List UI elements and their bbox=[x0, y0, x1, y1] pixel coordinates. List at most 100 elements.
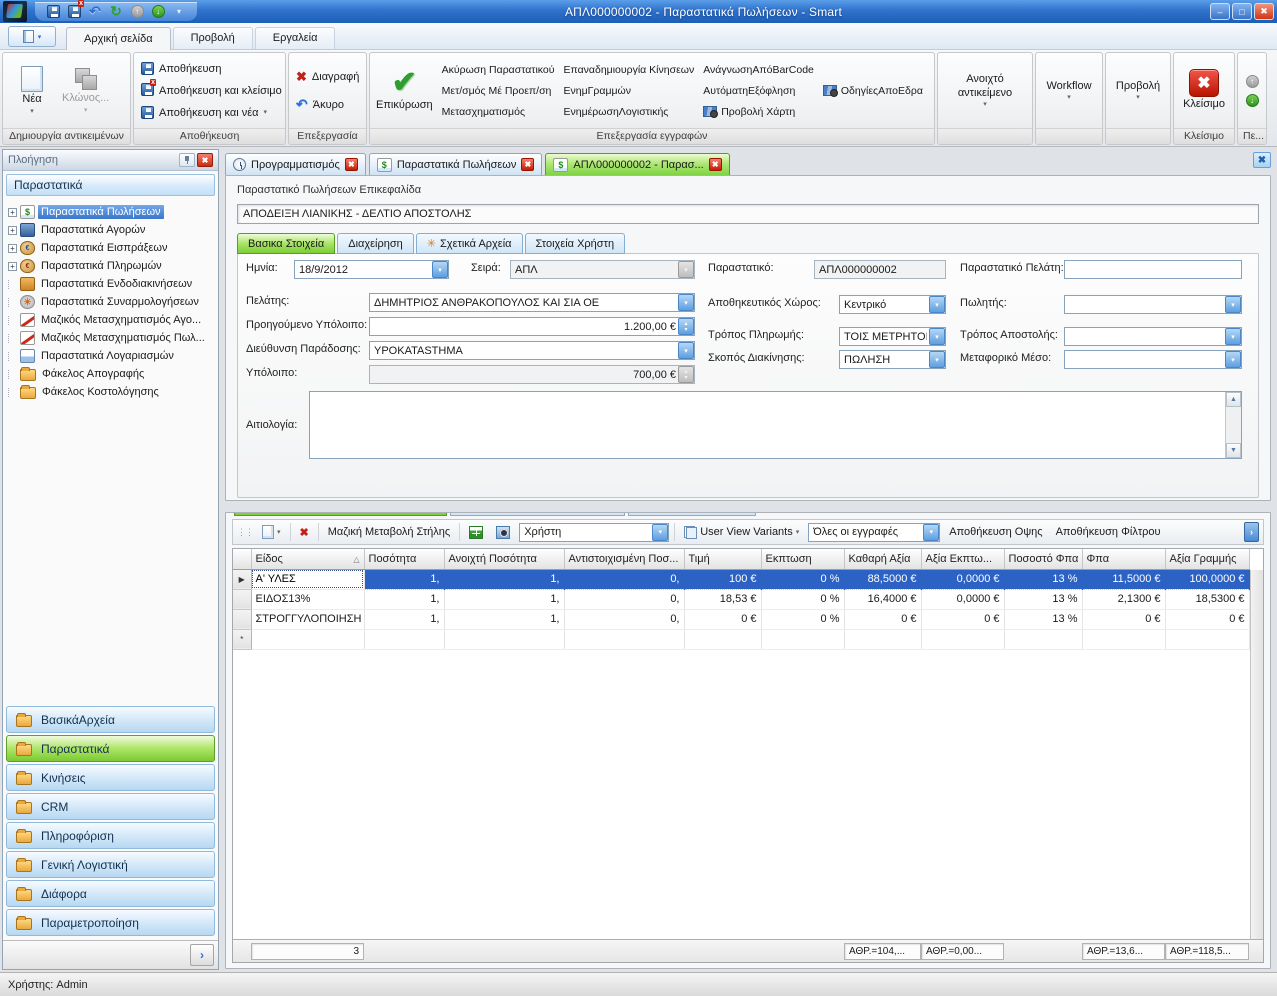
scroll-down-icon[interactable]: ▼ bbox=[1226, 443, 1241, 458]
dropdown-arrow-icon[interactable]: ▾ bbox=[929, 328, 945, 345]
pin-button[interactable] bbox=[179, 153, 195, 167]
tree-item-internal-transfers[interactable]: Παραστατικά Ενδοδιακινήσεων bbox=[8, 275, 218, 293]
salesman-field[interactable]: ▾ bbox=[1064, 295, 1242, 314]
auto-payoff-button[interactable]: ΑυτόματηΕξόφληση bbox=[700, 81, 817, 100]
read-barcode-button[interactable]: ΑνάγνωσηΑπόBarCode bbox=[700, 60, 817, 79]
dropdown-arrow-icon[interactable]: ▾ bbox=[923, 524, 939, 541]
toolbar-grip[interactable]: ⋮⋮ bbox=[237, 527, 253, 538]
workflow-button[interactable]: Workflow ▾ bbox=[1043, 54, 1095, 127]
tree-item-bulk-transform-sales[interactable]: Μαζικός Μετασχηματισμός Πωλ... bbox=[8, 329, 218, 347]
cell-vat-percent[interactable]: 13 % bbox=[1004, 569, 1082, 589]
lines-tab-sales-lines[interactable]: $ Γραμμές Παραστατικών Πωλήσεων bbox=[234, 512, 447, 516]
grid-new-row[interactable]: * bbox=[233, 629, 1249, 649]
series-field[interactable]: ΑΠΛ ▾ bbox=[510, 260, 695, 279]
tree-item-receipt-documents[interactable]: + € Παραστατικά Εισπράξεων bbox=[8, 239, 218, 257]
cell-discount-value[interactable]: 0,0000 € bbox=[921, 589, 1004, 609]
dropdown-arrow-icon[interactable]: ▾ bbox=[678, 342, 694, 359]
validate-button[interactable]: ✔ Επικύρωση bbox=[373, 54, 436, 127]
expander-icon[interactable]: + bbox=[8, 262, 17, 271]
cell-price[interactable]: 18,53 € bbox=[684, 589, 761, 609]
column-header-vat-percent[interactable]: Ποσοστό Φπα bbox=[1004, 549, 1082, 569]
save-button[interactable] bbox=[45, 4, 61, 19]
records-filter-combo[interactable]: Όλες οι εγγραφές ▾ bbox=[808, 523, 940, 542]
dropdown-arrow-icon[interactable]: ▾ bbox=[678, 294, 694, 311]
cell-net-value[interactable]: 88,5000 € bbox=[844, 569, 921, 589]
view-scope-combo[interactable]: Χρήστη ▾ bbox=[519, 523, 669, 542]
cell-item[interactable]: ΣΤΡΟΓΓΥΛΟΠΟΙΗΣΗ bbox=[251, 609, 364, 629]
transform-preview-button[interactable]: Μετ/σμός Μέ Προεπ/ση bbox=[439, 81, 558, 100]
spinner-icon[interactable]: ▴▾ bbox=[678, 318, 694, 335]
dropdown-arrow-icon[interactable]: ▾ bbox=[1225, 328, 1241, 345]
cell-discount-value[interactable]: 0,0000 € bbox=[921, 569, 1004, 589]
save-filter-button[interactable]: Αποθήκευση Φίλτρου bbox=[1052, 522, 1165, 542]
cell-empty[interactable] bbox=[761, 629, 844, 649]
prev-balance-field[interactable]: 1.200,00 € ▴▾ bbox=[369, 317, 695, 336]
doc-tab-scheduling[interactable]: Προγραμματισμός ✖ bbox=[225, 153, 366, 175]
application-menu-button[interactable]: ▾ bbox=[8, 26, 56, 47]
cell-line-value[interactable]: 100,0000 € bbox=[1165, 569, 1249, 589]
column-header-vat[interactable]: Φπα bbox=[1082, 549, 1165, 569]
customer-doc-field[interactable] bbox=[1064, 260, 1242, 279]
qat-customize-button[interactable]: ▾ bbox=[171, 4, 187, 19]
cell-line-value[interactable]: 18,5300 € bbox=[1165, 589, 1249, 609]
dropdown-arrow-icon[interactable]: ▾ bbox=[1225, 296, 1241, 313]
down-button[interactable]: ↓ bbox=[150, 4, 166, 19]
recreate-moves-button[interactable]: Επαναδημιουργία Κίνησεων bbox=[560, 60, 697, 79]
document-type-field[interactable]: ΑΠΟΔΕΙΞΗ ΛΙΑΝΙΚΗΣ - ΔΕΛΤΙΟ ΑΠΟΣΤΟΛΗΣ bbox=[237, 204, 1259, 224]
cell-line-value[interactable]: 0 € bbox=[1165, 609, 1249, 629]
column-header-quantity[interactable]: Ποσότητα bbox=[364, 549, 444, 569]
module-movements[interactable]: Κινήσεις bbox=[6, 764, 215, 791]
close-tab-icon[interactable]: ✖ bbox=[521, 158, 534, 171]
doc-tab-current-document[interactable]: $ ΑΠΛ000000002 - Παρασ... ✖ bbox=[545, 153, 729, 175]
date-field[interactable]: 18/9/2012 ▾ bbox=[294, 260, 449, 279]
save-and-new-button[interactable]: Αποθήκευση και νέα ▾ bbox=[137, 103, 286, 123]
close-panel-button[interactable]: ✖ bbox=[197, 153, 213, 167]
tree-item-account-documents[interactable]: Παραστατικά Λογαριασμών bbox=[8, 347, 218, 365]
column-header-line-value[interactable]: Αξία Γραμμής bbox=[1165, 549, 1249, 569]
nav-down-button[interactable]: ↓ bbox=[1246, 94, 1259, 107]
cell-empty[interactable] bbox=[684, 629, 761, 649]
module-documents[interactable]: Παραστατικά bbox=[6, 735, 215, 762]
nav-up-button[interactable]: ↑ bbox=[1246, 75, 1259, 88]
transform-button[interactable]: Μετασχηματισμός bbox=[439, 102, 558, 121]
cell-empty[interactable] bbox=[921, 629, 1004, 649]
transport-field[interactable]: ▾ bbox=[1064, 350, 1242, 369]
minimize-button[interactable]: – bbox=[1210, 3, 1230, 20]
column-header-matched-quantity[interactable]: Αντιστοιχισμένη Ποσ... bbox=[564, 549, 684, 569]
lines-tab-receipt-matching[interactable]: € Αντιστοιχήσεις Εισπράξεων bbox=[450, 512, 625, 516]
cell-net-value[interactable]: 0 € bbox=[844, 609, 921, 629]
dropdown-arrow-icon[interactable]: ▾ bbox=[1225, 351, 1241, 368]
delivery-field[interactable]: YPOKATASTHMA ▾ bbox=[369, 341, 695, 360]
cell-vat-percent[interactable]: 13 % bbox=[1004, 609, 1082, 629]
bulk-column-change-button[interactable]: Μαζική Μεταβολή Στήλης bbox=[324, 522, 454, 542]
update-lines-button[interactable]: ΕνημΓραμμών bbox=[560, 81, 697, 100]
tree-item-purchase-documents[interactable]: + Παραστατικά Αγορών bbox=[8, 221, 218, 239]
form-tab-related-files[interactable]: ✳Σχετικά Αρχεία bbox=[416, 233, 523, 254]
cell-net-value[interactable]: 16,4000 € bbox=[844, 589, 921, 609]
tab-home[interactable]: Αρχική σελίδα bbox=[66, 27, 171, 50]
close-document-area-button[interactable]: ✖ bbox=[1253, 152, 1271, 168]
map-view-button[interactable]: Προβολή Χάρτη bbox=[700, 102, 817, 121]
save-view-button[interactable]: Αποθήκευση Οψης bbox=[945, 522, 1046, 542]
expander-icon[interactable]: + bbox=[8, 208, 17, 217]
tree-item-inventory-folder[interactable]: Φάκελος Απογραφής bbox=[8, 365, 218, 383]
grid-row-selected[interactable]: ▶ Α' ΥΛΕΣ 1, 1, 0, 100 € 0 % 88,5000 € 0… bbox=[233, 569, 1249, 589]
shipping-field[interactable]: ▾ bbox=[1064, 327, 1242, 346]
accordion-overflow-button[interactable]: › bbox=[190, 944, 214, 966]
document-number-field[interactable]: ΑΠΛ000000002 bbox=[814, 260, 946, 279]
update-accounting-button[interactable]: ΕνημέρωσηΛογιστικής bbox=[560, 102, 697, 121]
cell-discount[interactable]: 0 % bbox=[761, 569, 844, 589]
user-view-variants-button[interactable]: User View Variants ▾ bbox=[680, 522, 803, 542]
cell-matched-quantity[interactable]: 0, bbox=[564, 609, 684, 629]
purpose-field[interactable]: ΠΩΛΗΣΗ ▾ bbox=[839, 350, 946, 369]
cell-empty[interactable] bbox=[1165, 629, 1249, 649]
form-tab-basic[interactable]: Βασικα Στοιχεία bbox=[237, 233, 335, 254]
column-header-discount-value[interactable]: Αξία Εκπτω... bbox=[921, 549, 1004, 569]
warehouse-field[interactable]: Κεντρικό ▾ bbox=[839, 295, 946, 314]
tab-view[interactable]: Προβολή bbox=[173, 27, 253, 49]
cell-discount[interactable]: 0 % bbox=[761, 589, 844, 609]
cell-item[interactable]: Α' ΥΛΕΣ bbox=[251, 569, 364, 589]
close-window-button[interactable]: ✖ bbox=[1254, 3, 1274, 20]
restore-button[interactable]: □ bbox=[1232, 3, 1252, 20]
tree-item-assemblies[interactable]: ✳ Παραστατικά Συναρμολογήσεων bbox=[8, 293, 218, 311]
